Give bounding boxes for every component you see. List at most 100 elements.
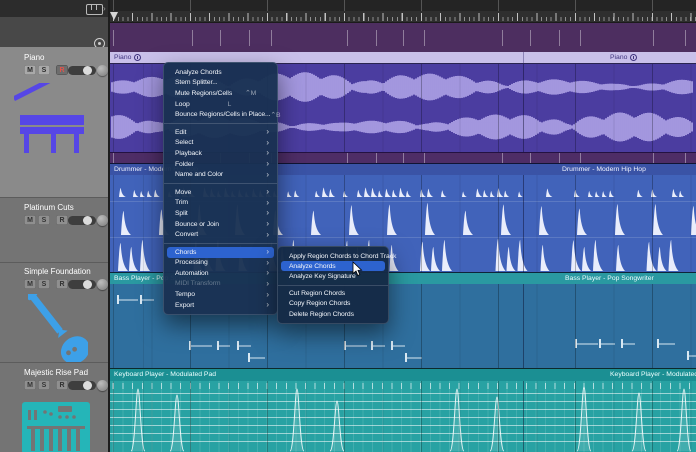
region-label[interactable]: Drummer - Modern Hip Hop [562,164,646,175]
menu-item[interactable]: Copy Region Chords [281,299,385,309]
chevron-right-icon[interactable]: › [103,4,106,13]
chord-track[interactable] [110,22,696,53]
menu-item[interactable]: Bounce Regions/Cells in Place... ⌃B [167,109,274,120]
track-header-simple-foundation[interactable]: Simple Foundation M S R [0,262,108,362]
region-label[interactable]: Keyboard Player - Modulated Pad [610,369,696,380]
menu-item[interactable]: Analyze Chords [281,261,385,271]
menu-item[interactable]: Select › [167,138,274,149]
track-name[interactable]: Piano [24,53,44,62]
submenu-arrow-icon: › [266,198,269,208]
chord-label [530,30,534,46]
solo-button[interactable]: S [38,215,50,225]
chord-label [424,30,428,46]
mute-button[interactable]: M [24,380,36,390]
submenu-arrow-icon: › [266,230,269,240]
menu-item[interactable]: Chords › [167,247,274,258]
region-boundary [523,52,524,63]
record-enable-button[interactable]: R [56,380,68,390]
keyboard-region-header[interactable]: Keyboard Player - Modulated Pad Keyboard… [110,369,696,381]
submenu-arrow-icon: › [266,187,269,197]
bar-number [575,0,579,11]
playhead-marker[interactable] [110,12,118,20]
record-enable-button[interactable]: R [56,215,68,225]
menu-item[interactable]: Mute Regions/Cells ⌃M [167,88,274,99]
volume-slider[interactable] [68,66,96,75]
pan-knob[interactable] [97,380,108,391]
musical-typing-icon[interactable] [86,4,103,15]
sidebar-top-bar: › [0,0,108,17]
track-header-toolbar [0,17,108,48]
menu-item[interactable]: Convert › [167,229,274,240]
shortcut-hint: L [228,101,232,108]
menu-item[interactable]: MIDI Transform › [167,279,274,290]
chord-label [249,30,253,46]
track-header-piano[interactable]: Piano M S R [0,47,108,197]
menu-item[interactable]: Bounce or Join › [167,219,274,230]
menu-item[interactable]: Processing › [167,258,274,269]
menu-item[interactable]: Loop L [167,99,274,110]
menu-item[interactable]: Analyze Key Signature [281,271,385,281]
chord-label [220,30,224,46]
menu-item[interactable]: Automation › [167,268,274,279]
mouse-cursor [352,261,363,277]
pan-knob[interactable] [97,215,108,226]
tempo-badge-icon [134,54,141,61]
region-label[interactable]: Keyboard Player - Modulated Pad [114,369,216,380]
region-label[interactable]: Bass Player - Pop Songwriter [565,273,654,284]
major-ticks [110,13,696,21]
bass-guitar-icon [28,294,88,362]
pan-knob[interactable] [97,279,108,290]
submenu-arrow-icon: › [266,208,269,218]
track-header-platinum-cuts[interactable]: Platinum Cuts M S R [0,197,108,262]
chord-label [685,30,689,46]
record-enable-button[interactable]: R [56,279,68,289]
volume-slider[interactable] [68,280,96,289]
region-boundary [523,64,524,152]
menu-item[interactable]: Folder › [167,159,274,170]
keyboard-region-body[interactable] [110,381,696,452]
volume-slider[interactable] [68,381,96,390]
menu-item[interactable]: Analyze Chords [167,67,274,78]
menu-item[interactable]: Cut Region Chords [281,289,385,299]
menu-item[interactable]: Playback › [167,148,274,159]
menu-item[interactable]: Export › [167,300,274,311]
track-list-sidebar: › Piano M S R [0,0,110,452]
record-enable-button[interactable]: R [56,65,68,75]
region-label[interactable]: Piano [610,52,637,63]
menu-item[interactable]: Apply Region Chords to Chord Track [281,251,385,261]
menu-item[interactable]: Edit › [167,127,274,138]
solo-button[interactable]: S [38,279,50,289]
synthesizer-icon [20,402,92,452]
menu-item[interactable]: Split › [167,208,274,219]
bar-ruler[interactable] [110,0,696,11]
submenu-arrow-icon: › [266,258,269,268]
region-boundary [523,381,524,452]
chords-submenu: Apply Region Chords to Chord Track Analy… [277,246,389,324]
mute-button[interactable]: M [24,215,36,225]
menu-item[interactable]: Trim › [167,198,274,209]
menu-item[interactable]: Delete Region Chords [281,309,385,319]
track-name[interactable]: Platinum Cuts [24,203,74,212]
region-context-menu: Analyze Chords Stem Splitter... Mute Reg… [163,62,278,315]
chord-label [347,30,351,46]
mute-button[interactable]: M [24,279,36,289]
solo-button[interactable]: S [38,380,50,390]
bar-number [498,0,502,11]
pan-knob[interactable] [97,65,108,76]
beat-ruler[interactable] [110,11,696,22]
track-name[interactable]: Simple Foundation [24,267,91,276]
menu-item[interactable]: Stem Splitter... [167,78,274,89]
track-name[interactable]: Majestic Rise Pad [24,368,88,377]
menu-item[interactable]: Name and Color › [167,169,274,180]
submenu-arrow-icon: › [266,268,269,278]
menu-item[interactable]: Tempo › [167,289,274,300]
bar-number [267,0,271,11]
submenu-arrow-icon: › [266,300,269,310]
track-header-majestic-rise-pad[interactable]: Majestic Rise Pad M S R [0,362,108,452]
solo-button[interactable]: S [38,65,50,75]
menu-item[interactable]: Move › [167,187,274,198]
region-boundary [523,284,524,369]
region-label[interactable]: Piano [114,52,141,63]
volume-slider[interactable] [68,216,96,225]
mute-button[interactable]: M [24,65,36,75]
